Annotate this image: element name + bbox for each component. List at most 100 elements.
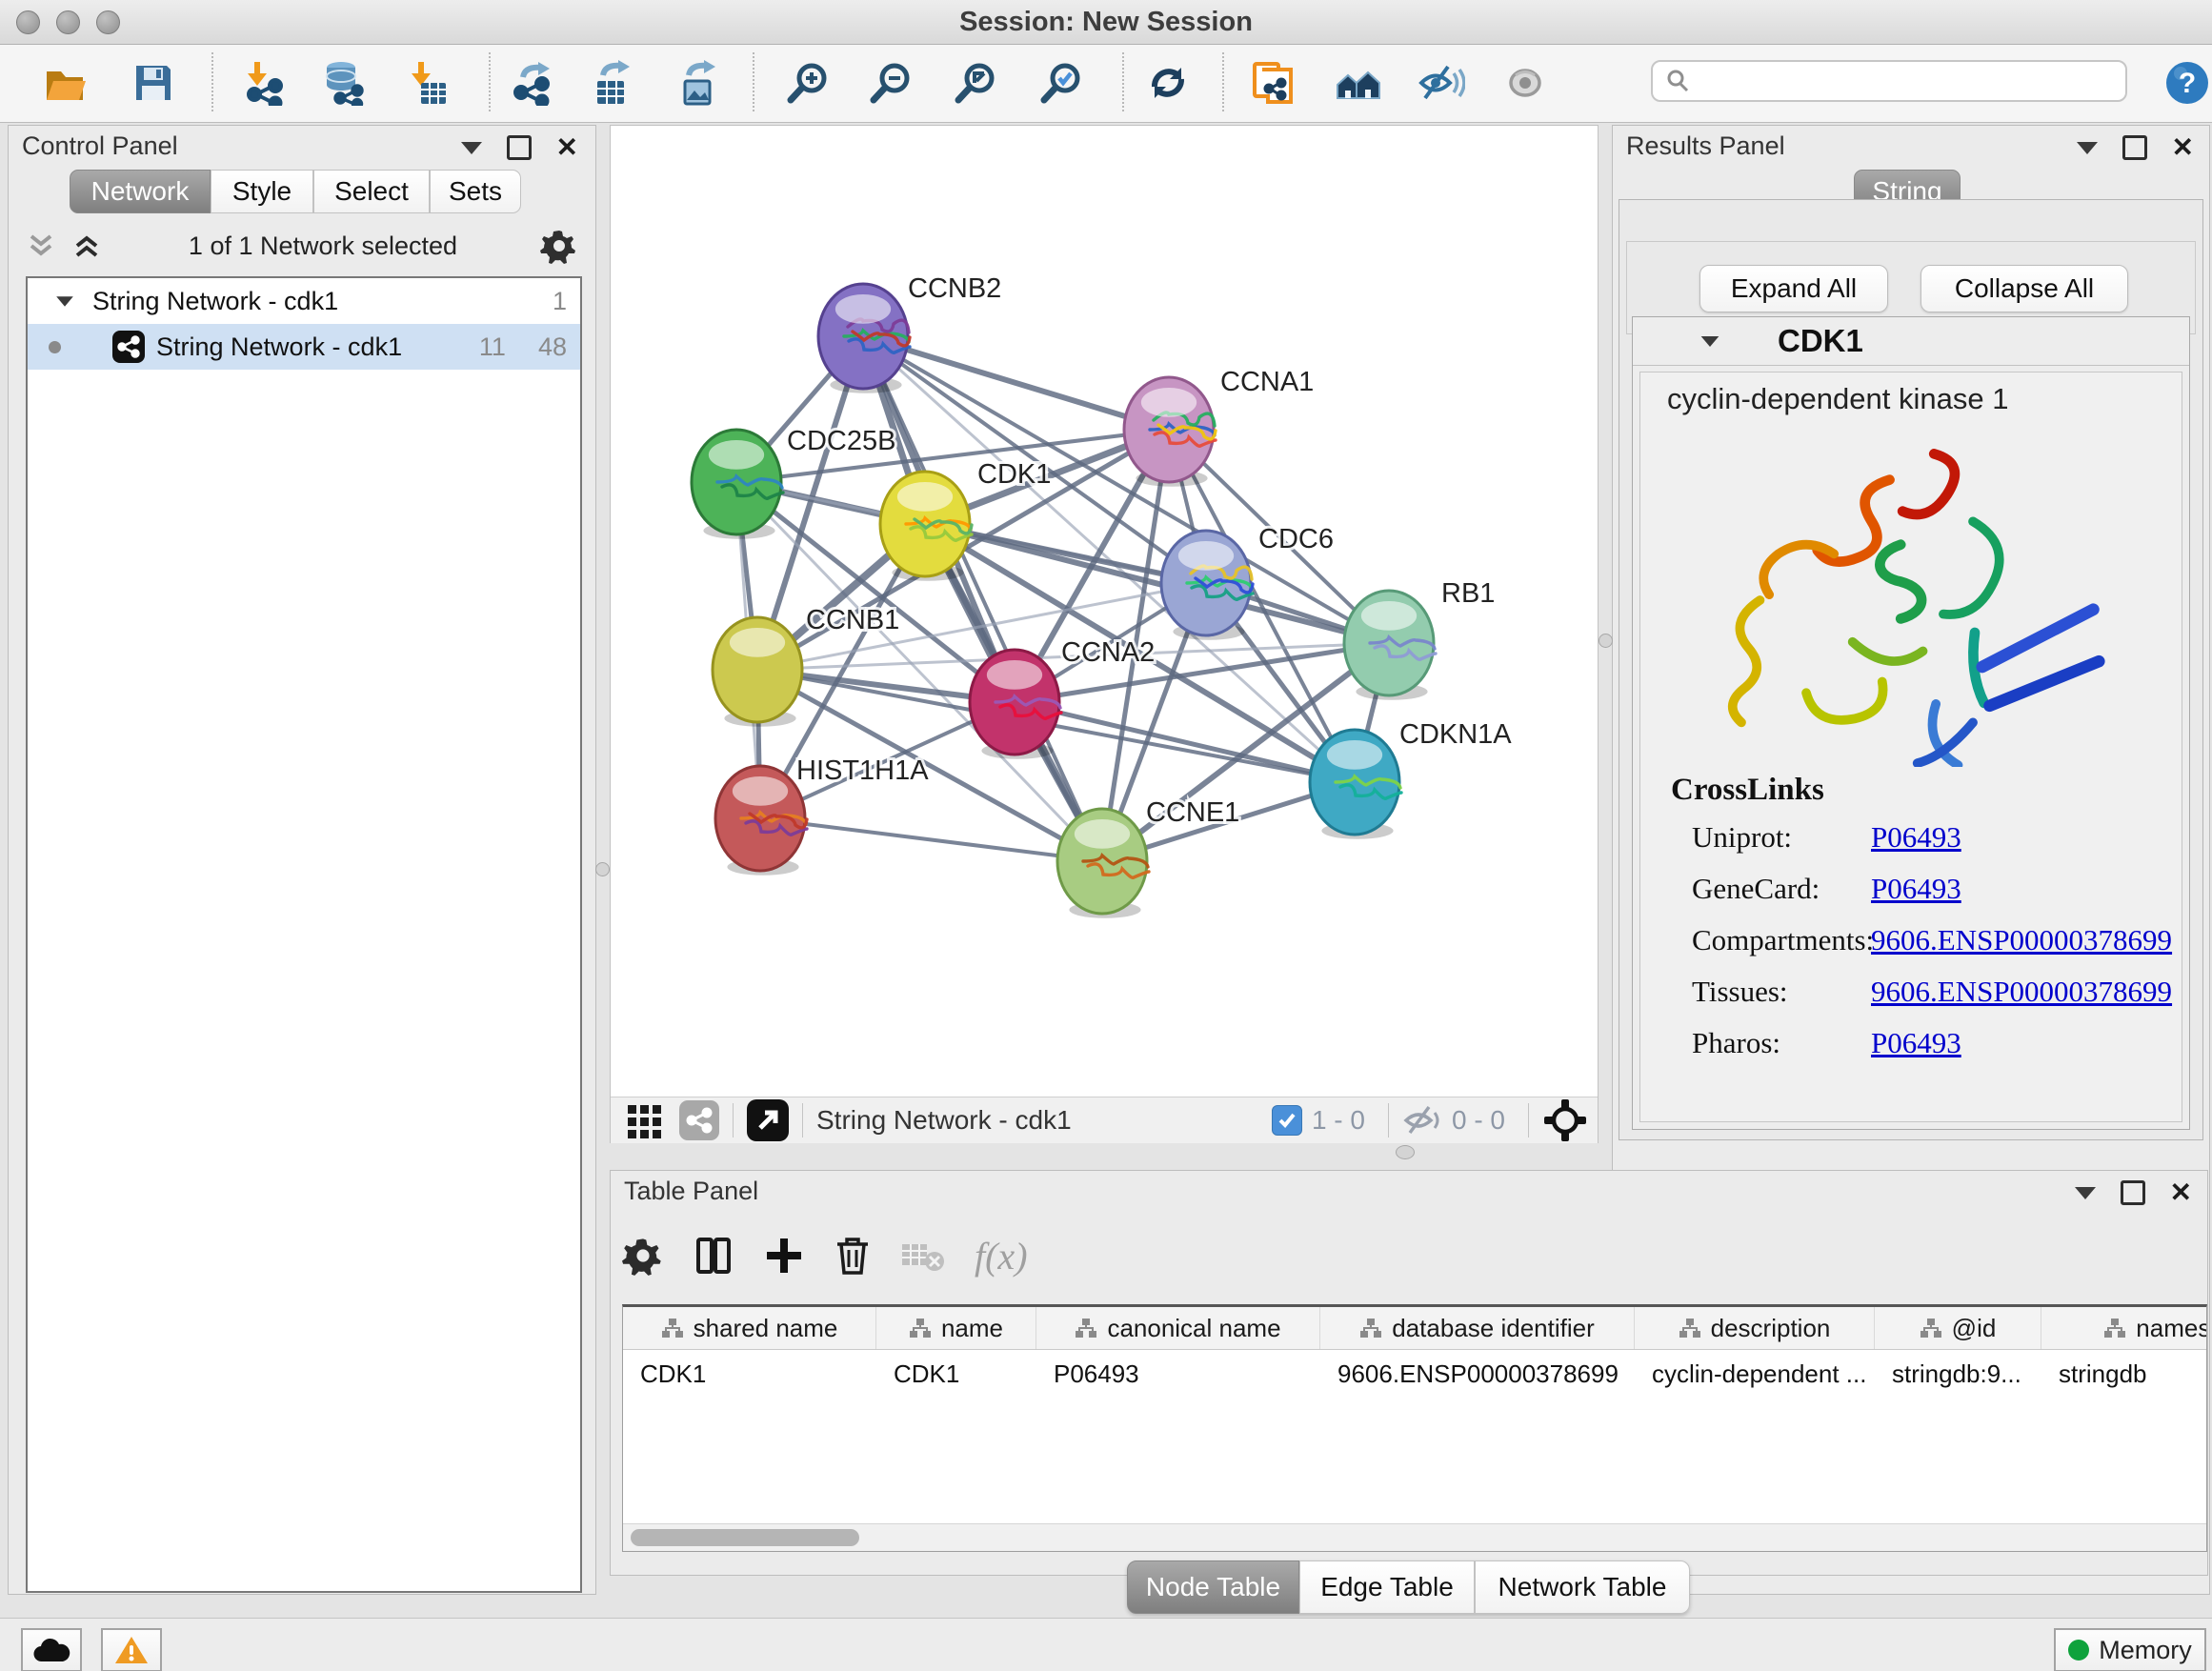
float-panel-icon[interactable] xyxy=(2122,135,2147,160)
grid-view-icon[interactable] xyxy=(624,1099,666,1141)
network-node-cdc25b[interactable] xyxy=(692,430,783,539)
help-button[interactable]: ? xyxy=(2163,59,2211,107)
table-options-gear-icon[interactable] xyxy=(622,1235,664,1277)
tab-network-table[interactable]: Network Table xyxy=(1475,1560,1690,1614)
network-collection-row[interactable]: String Network - cdk1 1 xyxy=(28,278,580,324)
network-canvas[interactable]: CCNB2CCNA1CDC25BCDK1CDC6RB1CCNB1CCNA2CDK… xyxy=(611,126,1598,1097)
tab-style[interactable]: Style xyxy=(211,170,313,213)
add-column-icon[interactable] xyxy=(763,1235,805,1277)
network-selection-status: 1 of 1 Network selected xyxy=(106,232,540,261)
tab-node-table[interactable]: Node Table xyxy=(1127,1560,1299,1614)
float-panel-icon[interactable] xyxy=(2121,1180,2145,1205)
close-panel-icon[interactable]: ✕ xyxy=(2170,1183,2192,1202)
preview-button[interactable] xyxy=(1501,59,1549,107)
horizontal-splitter-handle[interactable] xyxy=(1396,1145,1415,1159)
tab-network[interactable]: Network xyxy=(70,170,211,213)
crosslink-link[interactable]: P06493 xyxy=(1871,872,1961,906)
table-cell[interactable]: CDK1 xyxy=(623,1349,876,1399)
apply-layout-button[interactable] xyxy=(1144,59,1192,107)
tab-sets[interactable]: Sets xyxy=(430,170,521,213)
panel-menu-icon[interactable] xyxy=(2077,142,2098,154)
column-header[interactable]: canonical name xyxy=(1036,1307,1320,1349)
tab-edge-table[interactable]: Edge Table xyxy=(1299,1560,1475,1614)
crosslink-link[interactable]: P06493 xyxy=(1871,820,1961,855)
table-cell[interactable]: stringdb:9... xyxy=(1875,1349,2041,1399)
tab-select[interactable]: Select xyxy=(313,170,430,213)
export-network-button[interactable] xyxy=(511,59,558,107)
network-from-clipboard-button[interactable] xyxy=(1248,59,1296,107)
left-splitter-handle[interactable] xyxy=(595,862,610,876)
save-session-button[interactable] xyxy=(130,59,177,107)
expand-all-button[interactable]: Expand All xyxy=(1699,265,1888,312)
network-view[interactable]: CCNB2CCNA1CDC25BCDK1CDC6RB1CCNB1CCNA2CDK… xyxy=(610,125,1599,1143)
houses-icon xyxy=(1334,60,1381,106)
show-home-panel-button[interactable] xyxy=(1334,59,1381,107)
column-header[interactable]: @id xyxy=(1875,1307,2041,1349)
zoom-out-button[interactable] xyxy=(867,59,915,107)
close-panel-icon[interactable]: ✕ xyxy=(556,138,578,157)
warnings-button[interactable] xyxy=(101,1628,162,1671)
crosslink-link[interactable]: P06493 xyxy=(1871,1026,1961,1060)
table-cell[interactable]: cyclin-dependent ... xyxy=(1635,1349,1875,1399)
network-options-gear-icon[interactable] xyxy=(540,227,578,265)
network-view-toolbar: String Network - cdk1 1 - 0 0 - 0 xyxy=(611,1097,1598,1143)
panel-menu-icon[interactable] xyxy=(2075,1187,2096,1199)
collapse-collection-icon[interactable] xyxy=(56,296,73,306)
open-session-button[interactable] xyxy=(41,59,89,107)
cloud-status-button[interactable] xyxy=(21,1628,82,1671)
crosslink-link[interactable]: 9606.ENSP00000378699 xyxy=(1871,923,2172,957)
show-columns-icon[interactable] xyxy=(693,1235,734,1277)
right-splitter-handle[interactable] xyxy=(1599,634,1613,648)
selected-checkbox[interactable] xyxy=(1272,1105,1302,1136)
table-cell[interactable]: P06493 xyxy=(1036,1349,1320,1399)
export-image-button[interactable] xyxy=(674,59,722,107)
node-table[interactable]: shared namenamecanonical namedatabase id… xyxy=(622,1304,2207,1552)
network-edge[interactable] xyxy=(863,336,1169,430)
column-header[interactable]: description xyxy=(1635,1307,1875,1349)
crosslink-label: Uniprot: xyxy=(1692,820,1792,854)
column-header[interactable]: database identifier xyxy=(1320,1307,1635,1349)
zoom-fit-button[interactable] xyxy=(952,59,999,107)
delete-column-trash-icon[interactable] xyxy=(834,1235,872,1277)
column-header[interactable]: name xyxy=(876,1307,1036,1349)
crosslink-link[interactable]: 9606.ENSP00000378699 xyxy=(1871,975,2172,1009)
float-panel-icon[interactable] xyxy=(507,135,532,160)
network-node-rb1[interactable] xyxy=(1344,591,1436,700)
import-table-button[interactable] xyxy=(404,59,452,107)
network-node-cdkn1a[interactable] xyxy=(1310,730,1401,839)
birdseye-view-icon[interactable] xyxy=(747,1099,789,1141)
hide-unhide-button[interactable] xyxy=(1418,59,1465,107)
network-row-selected[interactable]: String Network - cdk1 11 48 xyxy=(28,324,580,370)
table-cell[interactable]: stringdb xyxy=(2041,1349,2207,1399)
column-header[interactable]: namespace xyxy=(2041,1307,2207,1349)
expand-all-networks-icon[interactable] xyxy=(71,231,106,261)
network-node-hist1h1a[interactable] xyxy=(715,766,807,876)
import-network-database-button[interactable] xyxy=(319,59,367,107)
zoom-in-button[interactable] xyxy=(784,59,832,107)
gene-section-header[interactable]: CDK1 xyxy=(1633,317,2189,366)
column-header[interactable]: shared name xyxy=(623,1307,876,1349)
table-row[interactable]: CDK1CDK1P064939606.ENSP00000378699cyclin… xyxy=(623,1349,2207,1399)
collapse-all-button[interactable]: Collapse All xyxy=(1920,265,2128,312)
table-cell[interactable]: CDK1 xyxy=(876,1349,1036,1399)
horizontal-scrollbar[interactable] xyxy=(623,1523,2206,1551)
network-node-ccna1[interactable] xyxy=(1124,377,1216,487)
network-node-ccnb2[interactable] xyxy=(818,284,910,393)
export-table-button[interactable] xyxy=(589,59,636,107)
collapse-section-icon[interactable] xyxy=(1701,335,1719,346)
import-network-file-button[interactable] xyxy=(240,59,288,107)
network-edge[interactable] xyxy=(760,818,1102,861)
zoom-selected-button[interactable] xyxy=(1037,59,1085,107)
search-input[interactable] xyxy=(1651,60,2127,102)
table-cell[interactable]: 9606.ENSP00000378699 xyxy=(1320,1349,1635,1399)
network-share-toggle-icon[interactable] xyxy=(679,1100,719,1140)
crosslink-row: GeneCard:P06493 xyxy=(1692,872,2168,923)
collapse-all-networks-icon[interactable] xyxy=(26,231,60,261)
close-panel-icon[interactable]: ✕ xyxy=(2172,138,2194,157)
network-node-ccnb1[interactable] xyxy=(713,617,802,727)
fit-selected-crosshair-icon[interactable] xyxy=(1542,1097,1588,1143)
scrollbar-thumb[interactable] xyxy=(631,1529,859,1546)
panel-menu-icon[interactable] xyxy=(461,142,482,154)
memory-button[interactable]: Memory xyxy=(2054,1628,2206,1671)
network-node-ccne1[interactable] xyxy=(1057,809,1149,918)
